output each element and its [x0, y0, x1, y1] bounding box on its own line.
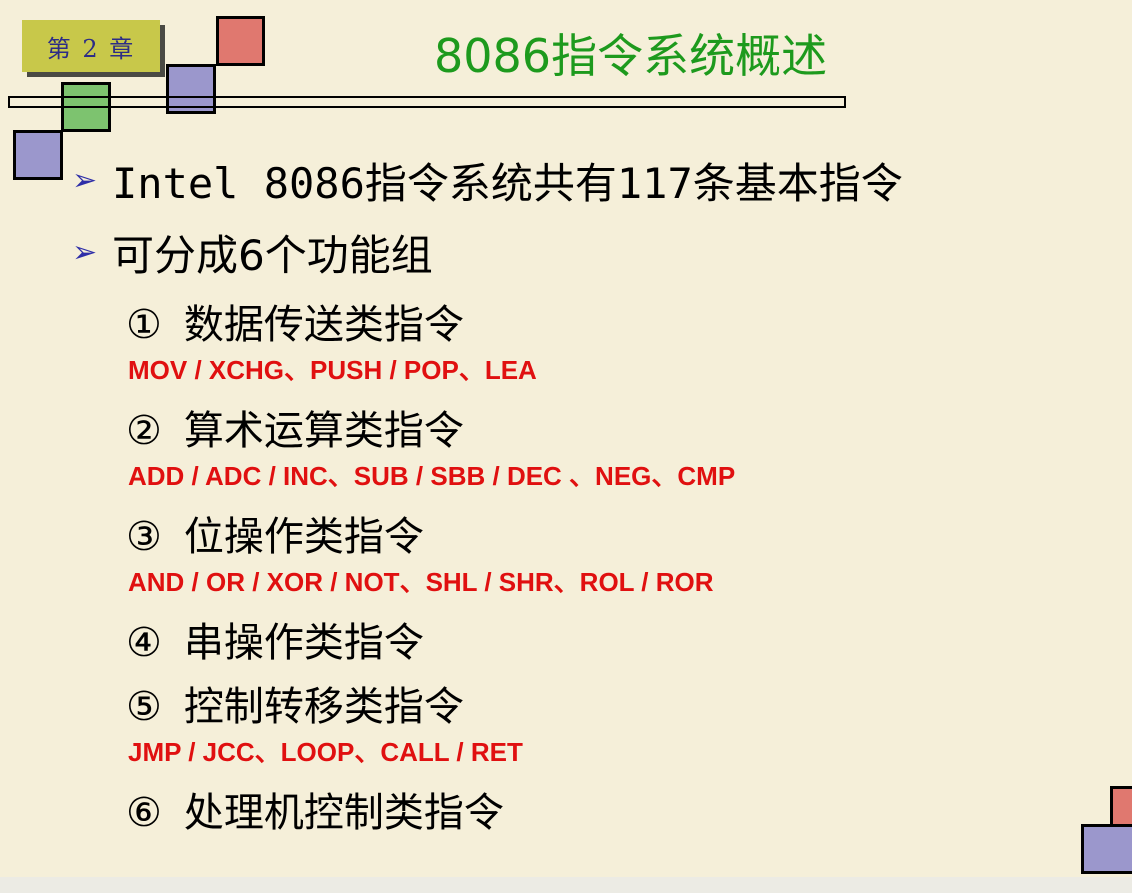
group-name: 串操作类指令	[183, 620, 424, 666]
bottom-strip	[0, 877, 1132, 893]
bullet-item: ➢ Intel 8086指令系统共有 117条 基本指令	[72, 150, 903, 211]
group-item: ⑥ 处理机控制类指令	[126, 780, 504, 838]
group-number: ②	[126, 408, 162, 454]
group-item: ② 算术运算类指令	[126, 398, 464, 456]
group-number: ⑤	[126, 684, 162, 730]
bullet-item: ➢ 可分成6个功能组	[72, 222, 433, 283]
chapter-badge-label: 第 2 章	[46, 34, 136, 63]
bullet-text-highlight: 117条	[616, 159, 735, 208]
group-number: ④	[126, 620, 162, 666]
group-item: ⑤ 控制转移类指令	[126, 674, 464, 732]
group-item: ③ 位操作类指令	[126, 504, 424, 562]
arrow-right-icon: ➢	[72, 235, 98, 270]
group-name: 位操作类指令	[183, 514, 424, 560]
group-examples: AND / OR / XOR / NOT、SHL / SHR、ROL / ROR	[128, 567, 714, 597]
header-rule	[8, 96, 846, 108]
group-examples: ADD / ADC / INC、SUB / SBB / DEC 、NEG、CMP	[128, 461, 736, 491]
group-name: 数据传送类指令	[183, 302, 464, 348]
group-number: ⑥	[126, 790, 162, 836]
group-name: 算术运算类指令	[183, 408, 464, 454]
decor-square-blue-bottom	[1081, 824, 1132, 874]
decor-square-blue-left	[13, 130, 63, 180]
page-title: 8086指令系统概述	[434, 29, 828, 83]
group-examples: MOV / XCHG、PUSH / POP、LEA	[128, 355, 537, 385]
arrow-right-icon: ➢	[72, 163, 98, 198]
bullet-text-prefix: Intel 8086指令系统共有	[112, 159, 617, 208]
group-number: ①	[126, 302, 162, 348]
group-name: 控制转移类指令	[183, 684, 464, 730]
bullet-text-suffix: 基本指令	[734, 159, 903, 208]
decor-square-red	[216, 16, 265, 66]
bullet-text: 可分成6个功能组	[112, 231, 433, 280]
group-examples: JMP / JCC、LOOP、CALL / RET	[128, 737, 523, 767]
group-name: 处理机控制类指令	[183, 790, 504, 836]
group-number: ③	[126, 514, 162, 560]
group-item: ① 数据传送类指令	[126, 292, 464, 350]
chapter-badge: 第 2 章	[22, 20, 160, 72]
group-item: ④ 串操作类指令	[126, 610, 424, 668]
